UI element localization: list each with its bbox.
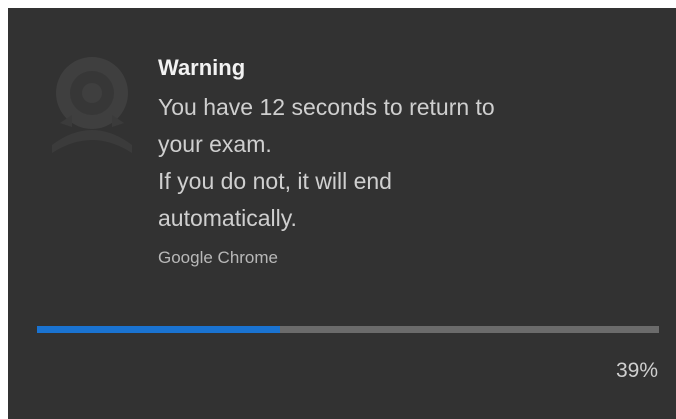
message-line: automatically. bbox=[158, 205, 297, 231]
progress-percent-label: 39% bbox=[615, 359, 658, 382]
toast-notification[interactable]: Warning You have 12 seconds to return to… bbox=[8, 8, 676, 419]
notification-title: Warning bbox=[158, 55, 246, 80]
progress-bar-fill bbox=[37, 326, 280, 333]
message-line: your exam. bbox=[158, 131, 272, 157]
exam-proctor-logo-icon bbox=[42, 45, 142, 155]
notification-source: Google Chrome bbox=[158, 248, 279, 267]
message-line: If you do not, it will end bbox=[158, 168, 392, 194]
progress-bar bbox=[37, 326, 659, 333]
notification-message: You have 12 seconds to return to your ex… bbox=[158, 89, 588, 237]
message-line: You have 12 seconds to return to bbox=[158, 94, 495, 120]
